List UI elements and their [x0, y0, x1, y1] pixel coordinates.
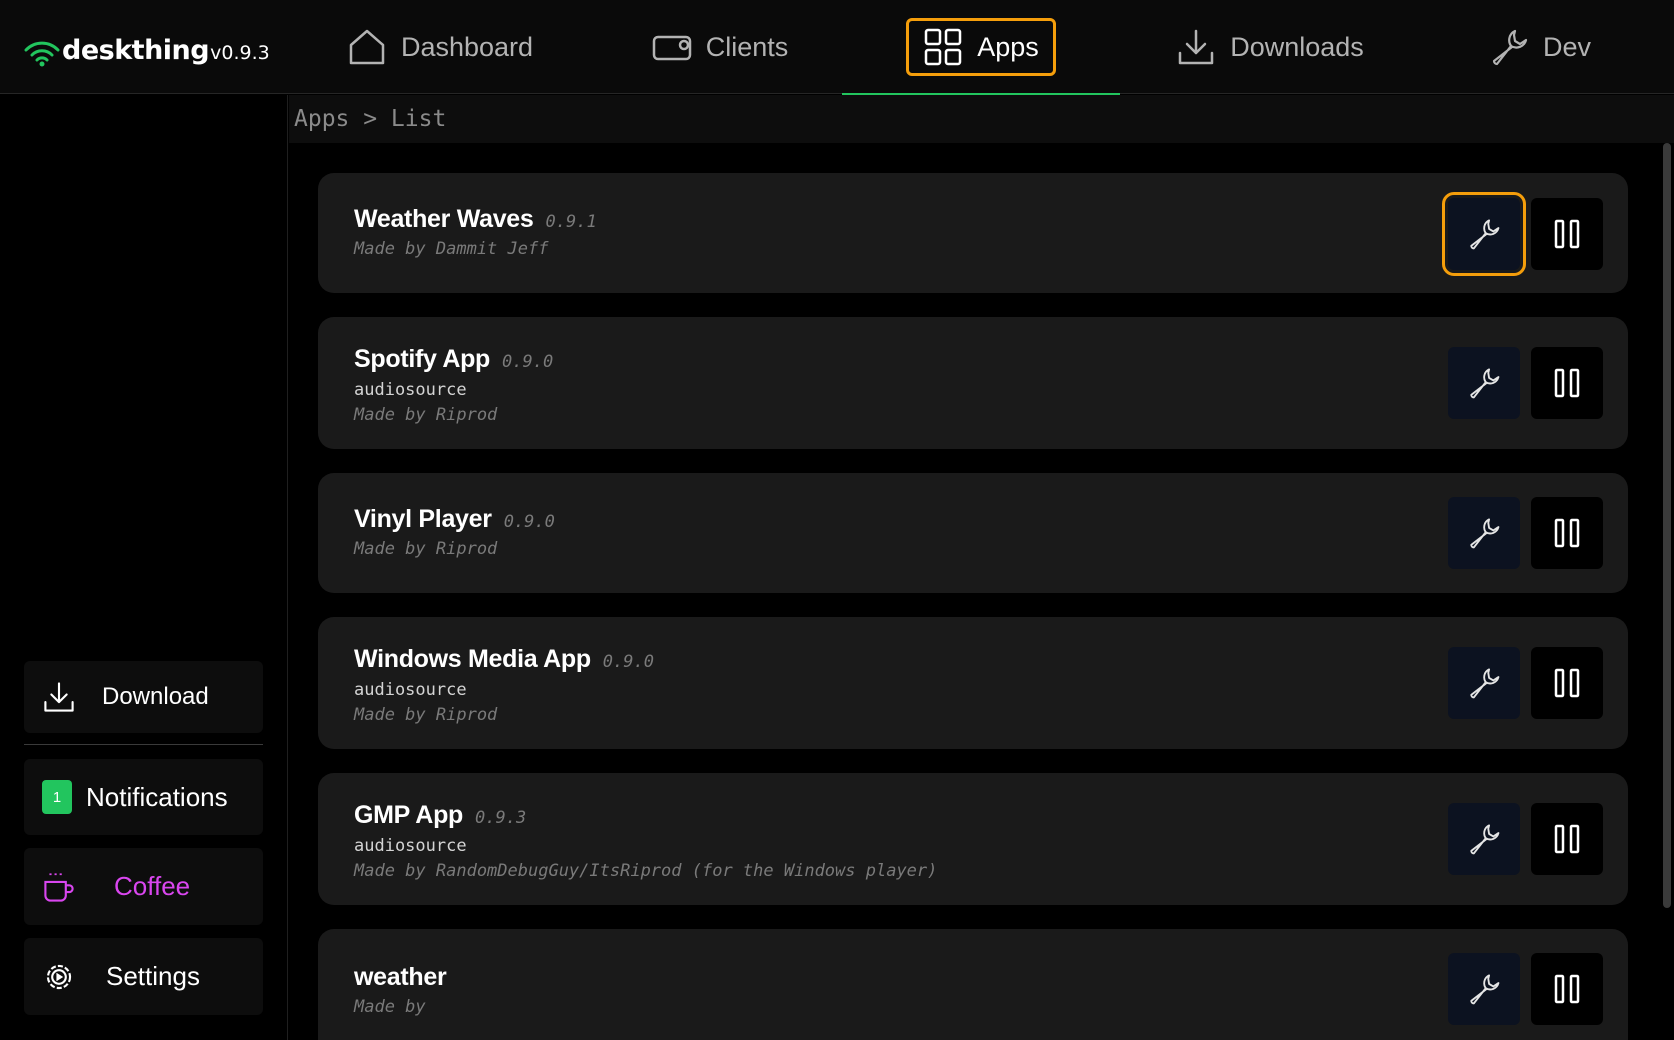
- nav-dashboard-label: Dashboard: [400, 31, 534, 62]
- sidebar-divider: [24, 744, 263, 745]
- app-name: Spotify App: [354, 345, 491, 373]
- coffee-button[interactable]: Coffee: [24, 848, 263, 925]
- wrench-icon: [1492, 29, 1528, 66]
- nav-apps-label: Apps: [977, 31, 1039, 62]
- app-settings-button[interactable]: [1448, 647, 1520, 719]
- app-pause-button[interactable]: [1531, 497, 1603, 569]
- gear-icon: [46, 964, 72, 989]
- app-author: Made by Riprod: [354, 705, 498, 725]
- top-bar: deskthing v0.9.3 Dashboard Clients Apps: [0, 0, 1674, 95]
- wifi-icon: [24, 41, 60, 67]
- notification-count-badge: 1: [42, 780, 72, 814]
- app-card: Spotify App 0.9.0 audiosource Made by Rip…: [318, 317, 1628, 449]
- app-name: Weather Waves: [354, 205, 534, 233]
- app-author: Made by RandomDebugGuy/ItsRiprod (for th…: [354, 861, 938, 881]
- app-list: Weather Waves 0.9.1 Made by Dammit Jeff S…: [289, 143, 1660, 1040]
- brand-name: deskthing: [62, 35, 210, 66]
- nav-dev[interactable]: Dev: [1470, 0, 1610, 94]
- wrench-icon: [1470, 668, 1500, 699]
- pause-icon: [1554, 668, 1580, 698]
- app-settings-button[interactable]: [1442, 192, 1526, 276]
- app-tag: audiosource: [354, 680, 467, 700]
- wrench-icon: [1470, 974, 1500, 1005]
- app-name: GMP App: [354, 801, 464, 829]
- brand-logo: deskthing v0.9.3: [24, 28, 270, 68]
- app-author: Made by Riprod: [354, 539, 498, 559]
- app-card: Vinyl Player 0.9.0 Made by Riprod: [318, 473, 1628, 593]
- nav-dev-label: Dev: [1542, 31, 1591, 62]
- app-author: Made by Dammit Jeff: [354, 239, 549, 259]
- wrench-icon: [1470, 368, 1500, 399]
- app-pause-button[interactable]: [1531, 198, 1603, 270]
- home-icon: [349, 29, 385, 65]
- app-author: Made by Riprod: [354, 405, 498, 425]
- pause-icon: [1554, 974, 1580, 1004]
- nav-downloads-label: Downloads: [1230, 31, 1364, 62]
- app-card: Weather Waves 0.9.1 Made by Dammit Jeff: [318, 173, 1628, 293]
- app-pause-button[interactable]: [1531, 803, 1603, 875]
- pause-icon: [1554, 518, 1580, 548]
- app-settings-button[interactable]: [1448, 497, 1520, 569]
- download-button-label: Download: [102, 683, 209, 710]
- app-pause-button[interactable]: [1531, 347, 1603, 419]
- app-version: 0.9.0: [503, 512, 555, 532]
- nav-downloads[interactable]: Downloads: [1150, 0, 1390, 94]
- wrench-icon: [1470, 219, 1500, 250]
- sidebar: Download 1 Notifications Coffee Settings: [0, 95, 288, 1040]
- download-icon: [44, 682, 74, 712]
- nav-apps[interactable]: Apps: [842, 0, 1120, 95]
- wrench-icon: [1470, 824, 1500, 855]
- nav-dashboard[interactable]: Dashboard: [320, 0, 560, 94]
- app-version: 0.9.0: [602, 652, 654, 672]
- nav-clients-label: Clients: [705, 31, 789, 62]
- app-name: Vinyl Player: [354, 505, 492, 533]
- client-device-icon: [652, 35, 691, 61]
- settings-label: Settings: [106, 961, 200, 991]
- app-settings-button[interactable]: [1448, 803, 1520, 875]
- app-card: weather Made by: [318, 929, 1628, 1040]
- pause-icon: [1554, 824, 1580, 854]
- app-name: weather: [354, 963, 447, 991]
- app-version: 0.9.1: [545, 212, 597, 232]
- coffee-cup-icon: [44, 872, 74, 902]
- app-version: 0.9.3: [475, 808, 527, 828]
- app-name: Windows Media App: [354, 645, 591, 673]
- coffee-label: Coffee: [114, 871, 191, 901]
- app-settings-button[interactable]: [1448, 953, 1520, 1025]
- app-author: Made by: [354, 997, 426, 1017]
- scrollbar[interactable]: [1660, 143, 1674, 1040]
- app-tag: audiosource: [354, 836, 467, 856]
- app-card: Windows Media App 0.9.0 audiosource Made …: [318, 617, 1628, 749]
- download-icon: [1178, 29, 1214, 65]
- app-settings-button[interactable]: [1448, 347, 1520, 419]
- notifications-button[interactable]: 1 Notifications: [24, 759, 263, 835]
- grid-icon: [924, 28, 962, 66]
- download-button[interactable]: Download: [24, 661, 263, 733]
- nav-clients[interactable]: Clients: [620, 0, 820, 94]
- app-version: 0.9.0: [502, 352, 554, 372]
- brand-version: v0.9.3: [210, 42, 270, 64]
- pause-icon: [1554, 219, 1580, 249]
- wrench-icon: [1470, 518, 1500, 549]
- app-tag: audiosource: [354, 380, 467, 400]
- breadcrumb: Apps > List: [289, 95, 1674, 143]
- scrollbar-thumb[interactable]: [1663, 143, 1671, 908]
- app-pause-button[interactable]: [1531, 647, 1603, 719]
- app-pause-button[interactable]: [1531, 953, 1603, 1025]
- app-card: GMP App 0.9.3 audiosource Made by RandomD…: [318, 773, 1628, 905]
- pause-icon: [1554, 368, 1580, 398]
- settings-button[interactable]: Settings: [24, 938, 263, 1015]
- notifications-label: Notifications: [86, 781, 228, 812]
